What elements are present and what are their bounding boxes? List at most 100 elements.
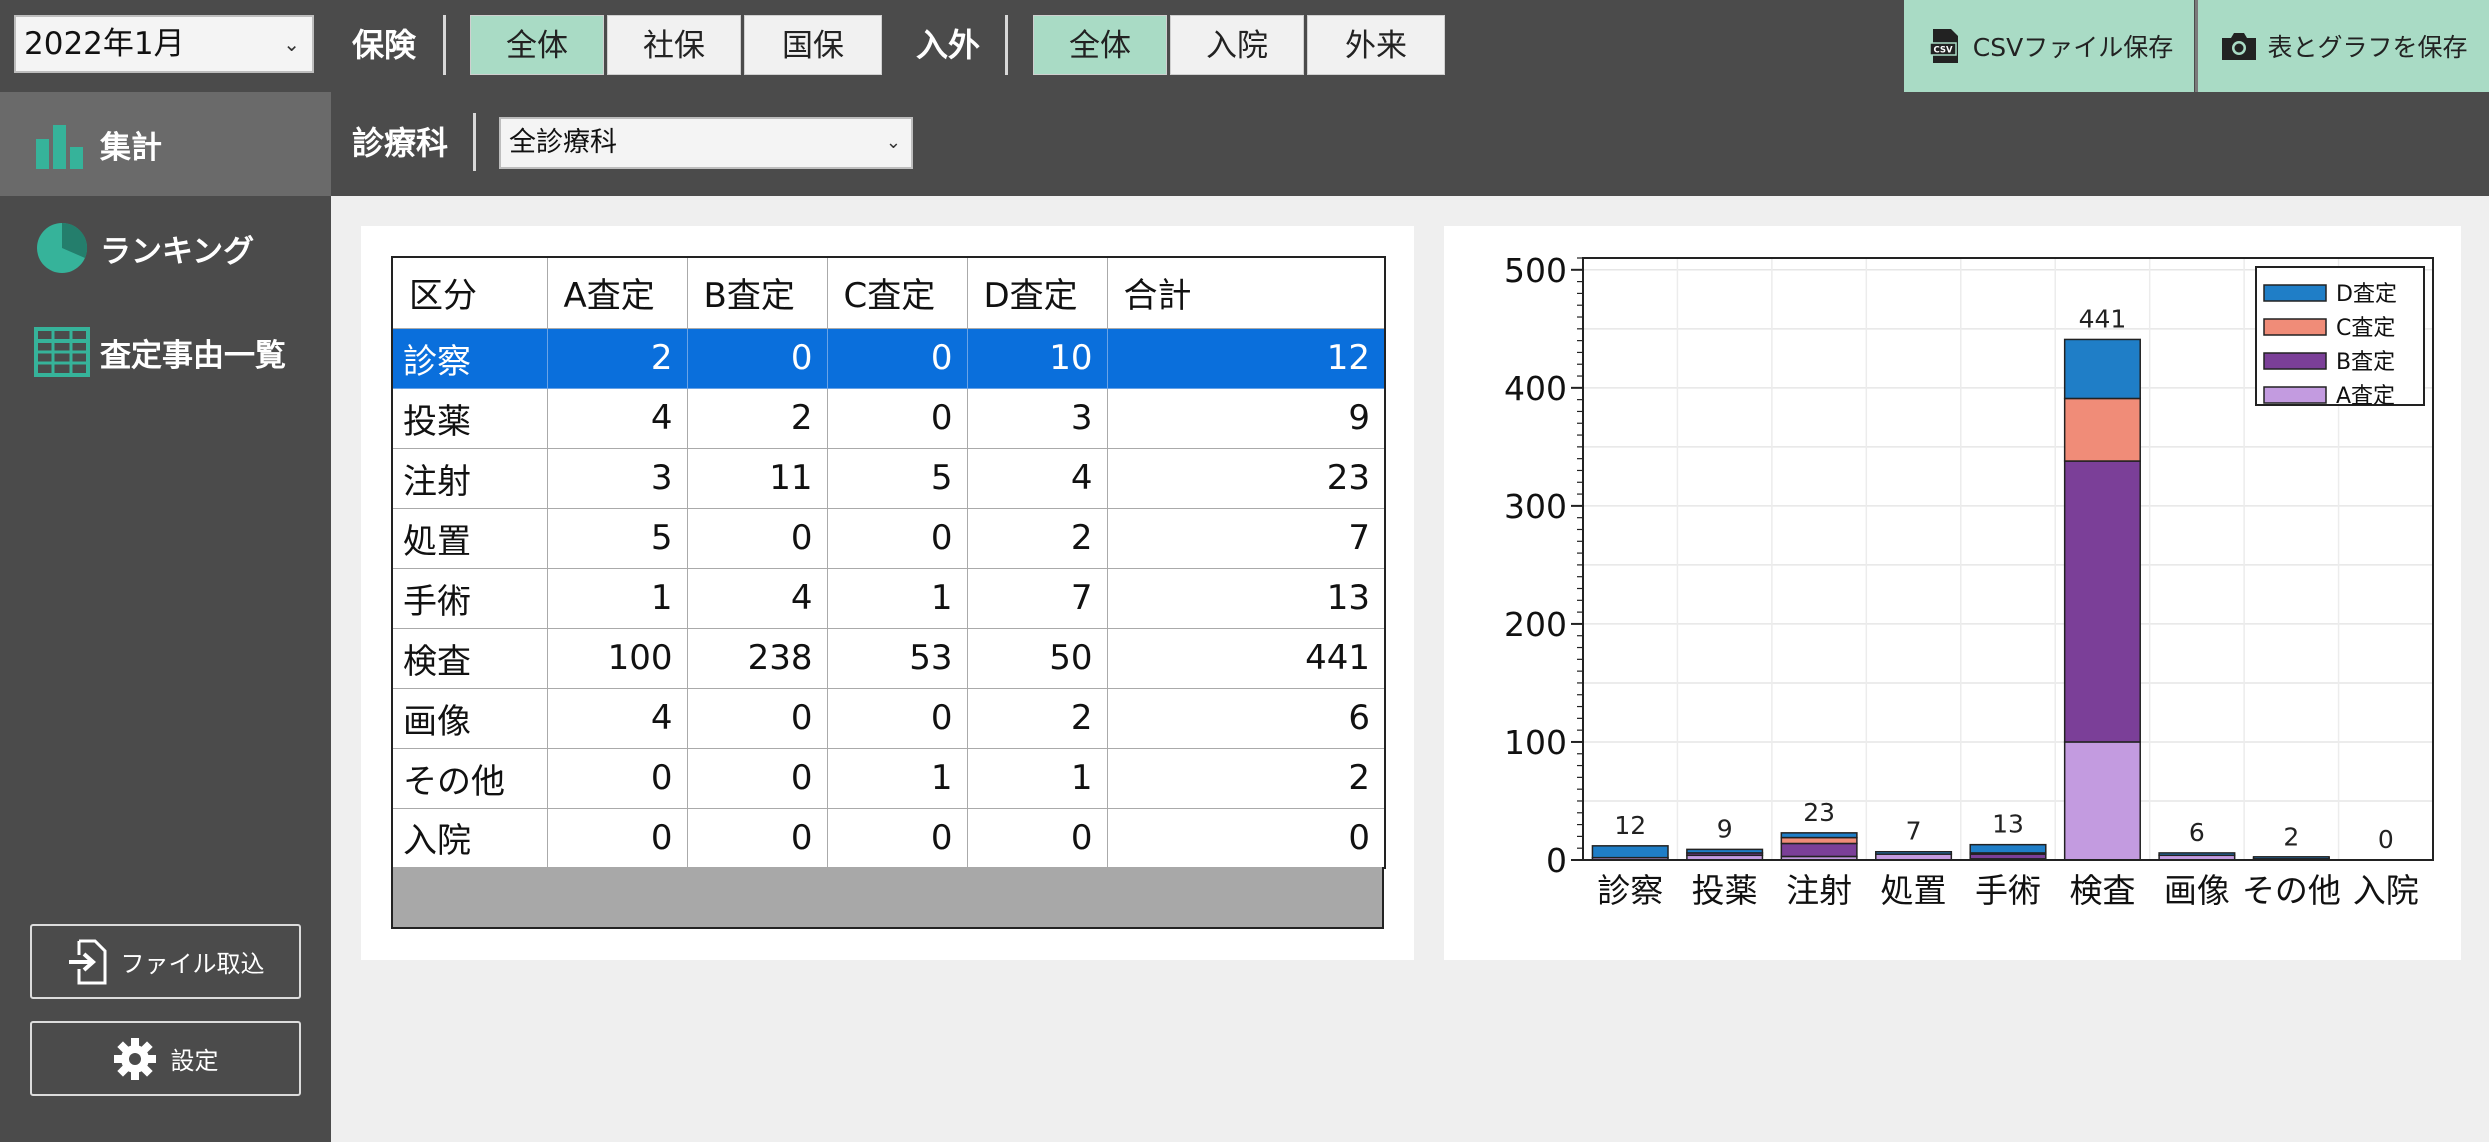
table-icon (34, 327, 90, 377)
bar-segment (1780, 842, 1858, 858)
column-header[interactable]: B査定 (686, 256, 828, 329)
table-cell: 3 (546, 447, 688, 509)
y-tick-label: 100 (1504, 723, 1567, 762)
bar-segment (2063, 460, 2141, 743)
data-label: 13 (1992, 810, 2024, 839)
legend-swatch (2263, 318, 2327, 336)
data-label: 23 (1803, 798, 1835, 827)
column-header[interactable]: C査定 (826, 256, 968, 329)
column-header[interactable]: 区分 (391, 256, 548, 329)
table-cell: 4 (686, 567, 828, 629)
x-tick-label: 注射 (1786, 871, 1852, 910)
top-toolbar: 2022年1月 ⌄ 保険 全体 社保 国保 入外 全体 入院 外来 CSV CS… (0, 0, 2489, 92)
table-cell: 画像 (391, 687, 548, 749)
bar-segment (2063, 741, 2141, 861)
insurance-kokuho-button[interactable]: 国保 (744, 15, 882, 75)
divider (1005, 15, 1008, 75)
inout-label: 入外 (916, 26, 981, 64)
file-import-icon (68, 939, 106, 984)
table-row[interactable]: 注射 3 11 5 4 23 (391, 447, 1386, 509)
x-tick-label: 診察 (1597, 871, 1663, 910)
table-row[interactable]: 入院 0 0 0 0 0 (391, 807, 1386, 869)
data-label: 2 (2283, 823, 2299, 852)
dept-label: 診療科 (352, 124, 449, 162)
y-tick-label: 500 (1504, 251, 1567, 290)
table-cell: 7 (966, 567, 1108, 629)
table-header-row: 区分 A査定 B査定 C査定 D査定 合計 (391, 256, 1386, 329)
sidebar-item-reason-list[interactable]: 査定事由一覧 (0, 300, 331, 404)
table-cell: 0 (1106, 807, 1386, 869)
bar-chart-icon (36, 125, 83, 169)
settings-button[interactable]: 設定 (30, 1021, 301, 1096)
camera-icon (2222, 33, 2257, 60)
column-header[interactable]: 合計 (1106, 256, 1386, 329)
table-cell: 手術 (391, 567, 548, 629)
chevron-down-icon: ⌄ (283, 32, 300, 56)
table-row[interactable]: 手術 1 4 1 7 13 (391, 567, 1386, 629)
bar-segment (1875, 850, 1953, 855)
x-tick-label: 検査 (2069, 871, 2135, 910)
chevron-down-icon: ⌄ (885, 132, 901, 153)
table-cell: 処置 (391, 507, 548, 569)
legend-swatch (2263, 352, 2327, 370)
column-header[interactable]: D査定 (966, 256, 1108, 329)
department-select[interactable]: 全診療科 ⌄ (499, 117, 913, 169)
legend-label: C査定 (2336, 316, 2395, 341)
table-cell: 1 (826, 567, 968, 629)
x-tick-label: 投薬 (1692, 871, 1758, 910)
sidebar-item-summary[interactable]: 集計 (0, 92, 331, 196)
table-cell: 10 (966, 327, 1108, 389)
table-cell: 0 (686, 747, 828, 809)
csv-save-label: CSVファイル保存 (1972, 33, 2174, 62)
table-cell: 12 (1106, 327, 1386, 389)
table-cell: 0 (546, 747, 688, 809)
table-row[interactable]: 処置 5 0 0 2 7 (391, 507, 1386, 569)
save-table-graph-button[interactable]: 表とグラフを保存 (2198, 0, 2489, 92)
month-select[interactable]: 2022年1月 ⌄ (14, 15, 314, 73)
table-cell: 0 (966, 807, 1108, 869)
table-cell: 9 (1106, 387, 1386, 449)
legend-label: B査定 (2336, 350, 2395, 375)
table-cell: 入院 (391, 807, 548, 869)
sidebar-item-ranking[interactable]: ランキング (0, 196, 331, 300)
bar-segment (2063, 338, 2141, 400)
table-row[interactable]: 画像 4 0 0 2 6 (391, 687, 1386, 749)
y-tick-label: 0 (1546, 841, 1567, 880)
save-table-graph-label: 表とグラフを保存 (2267, 33, 2468, 62)
inout-inpatient-button[interactable]: 入院 (1170, 15, 1304, 75)
summary-table: 区分 A査定 B査定 C査定 D査定 合計 診察 2 0 0 10 12 投薬 … (391, 256, 1386, 869)
table-cell: 1 (966, 747, 1108, 809)
inout-all-button[interactable]: 全体 (1033, 15, 1167, 75)
table-row[interactable]: 診察 2 0 0 10 12 (391, 327, 1386, 389)
file-import-label: ファイル取込 (120, 950, 265, 978)
bar-segment (2063, 397, 2141, 462)
insurance-all-button[interactable]: 全体 (470, 15, 604, 75)
table-row[interactable]: 検査 100 238 53 50 441 (391, 627, 1386, 689)
table-cell: 100 (546, 627, 688, 689)
y-tick-label: 400 (1504, 369, 1567, 408)
stacked-bar-chart: 12 9 23 7 13 441 6 2 0 診察 投薬 注射 処置 手術 検査 画像 その他 入院 0 100 20… (1504, 251, 2434, 910)
settings-label: 設定 (170, 1047, 219, 1075)
table-row[interactable]: その他 0 0 1 1 2 (391, 747, 1386, 809)
file-import-button[interactable]: ファイル取込 (30, 924, 301, 999)
bar-segment (1591, 845, 1669, 859)
table-cell: 診察 (391, 327, 548, 389)
csv-save-button[interactable]: CSV CSVファイル保存 (1904, 0, 2194, 92)
table-cell: 0 (826, 507, 968, 569)
table-cell: 4 (546, 387, 688, 449)
column-header[interactable]: A査定 (546, 256, 688, 329)
y-tick-label: 300 (1504, 487, 1567, 526)
table-cell: 11 (686, 447, 828, 509)
divider (443, 15, 446, 75)
inout-outpatient-button[interactable]: 外来 (1307, 15, 1445, 75)
sidebar-item-label: ランキング (100, 233, 255, 270)
data-label: 12 (1614, 811, 1646, 840)
data-label: 441 (2079, 304, 2127, 333)
csv-icon-text: CSV (1933, 46, 1953, 56)
x-tick-label: 画像 (2164, 871, 2230, 910)
table-row[interactable]: 投薬 4 2 0 3 9 (391, 387, 1386, 449)
table-cell: その他 (391, 747, 548, 809)
table-cell: 0 (546, 807, 688, 869)
x-tick-label: 処置 (1881, 871, 1947, 910)
insurance-shaho-button[interactable]: 社保 (607, 15, 741, 75)
